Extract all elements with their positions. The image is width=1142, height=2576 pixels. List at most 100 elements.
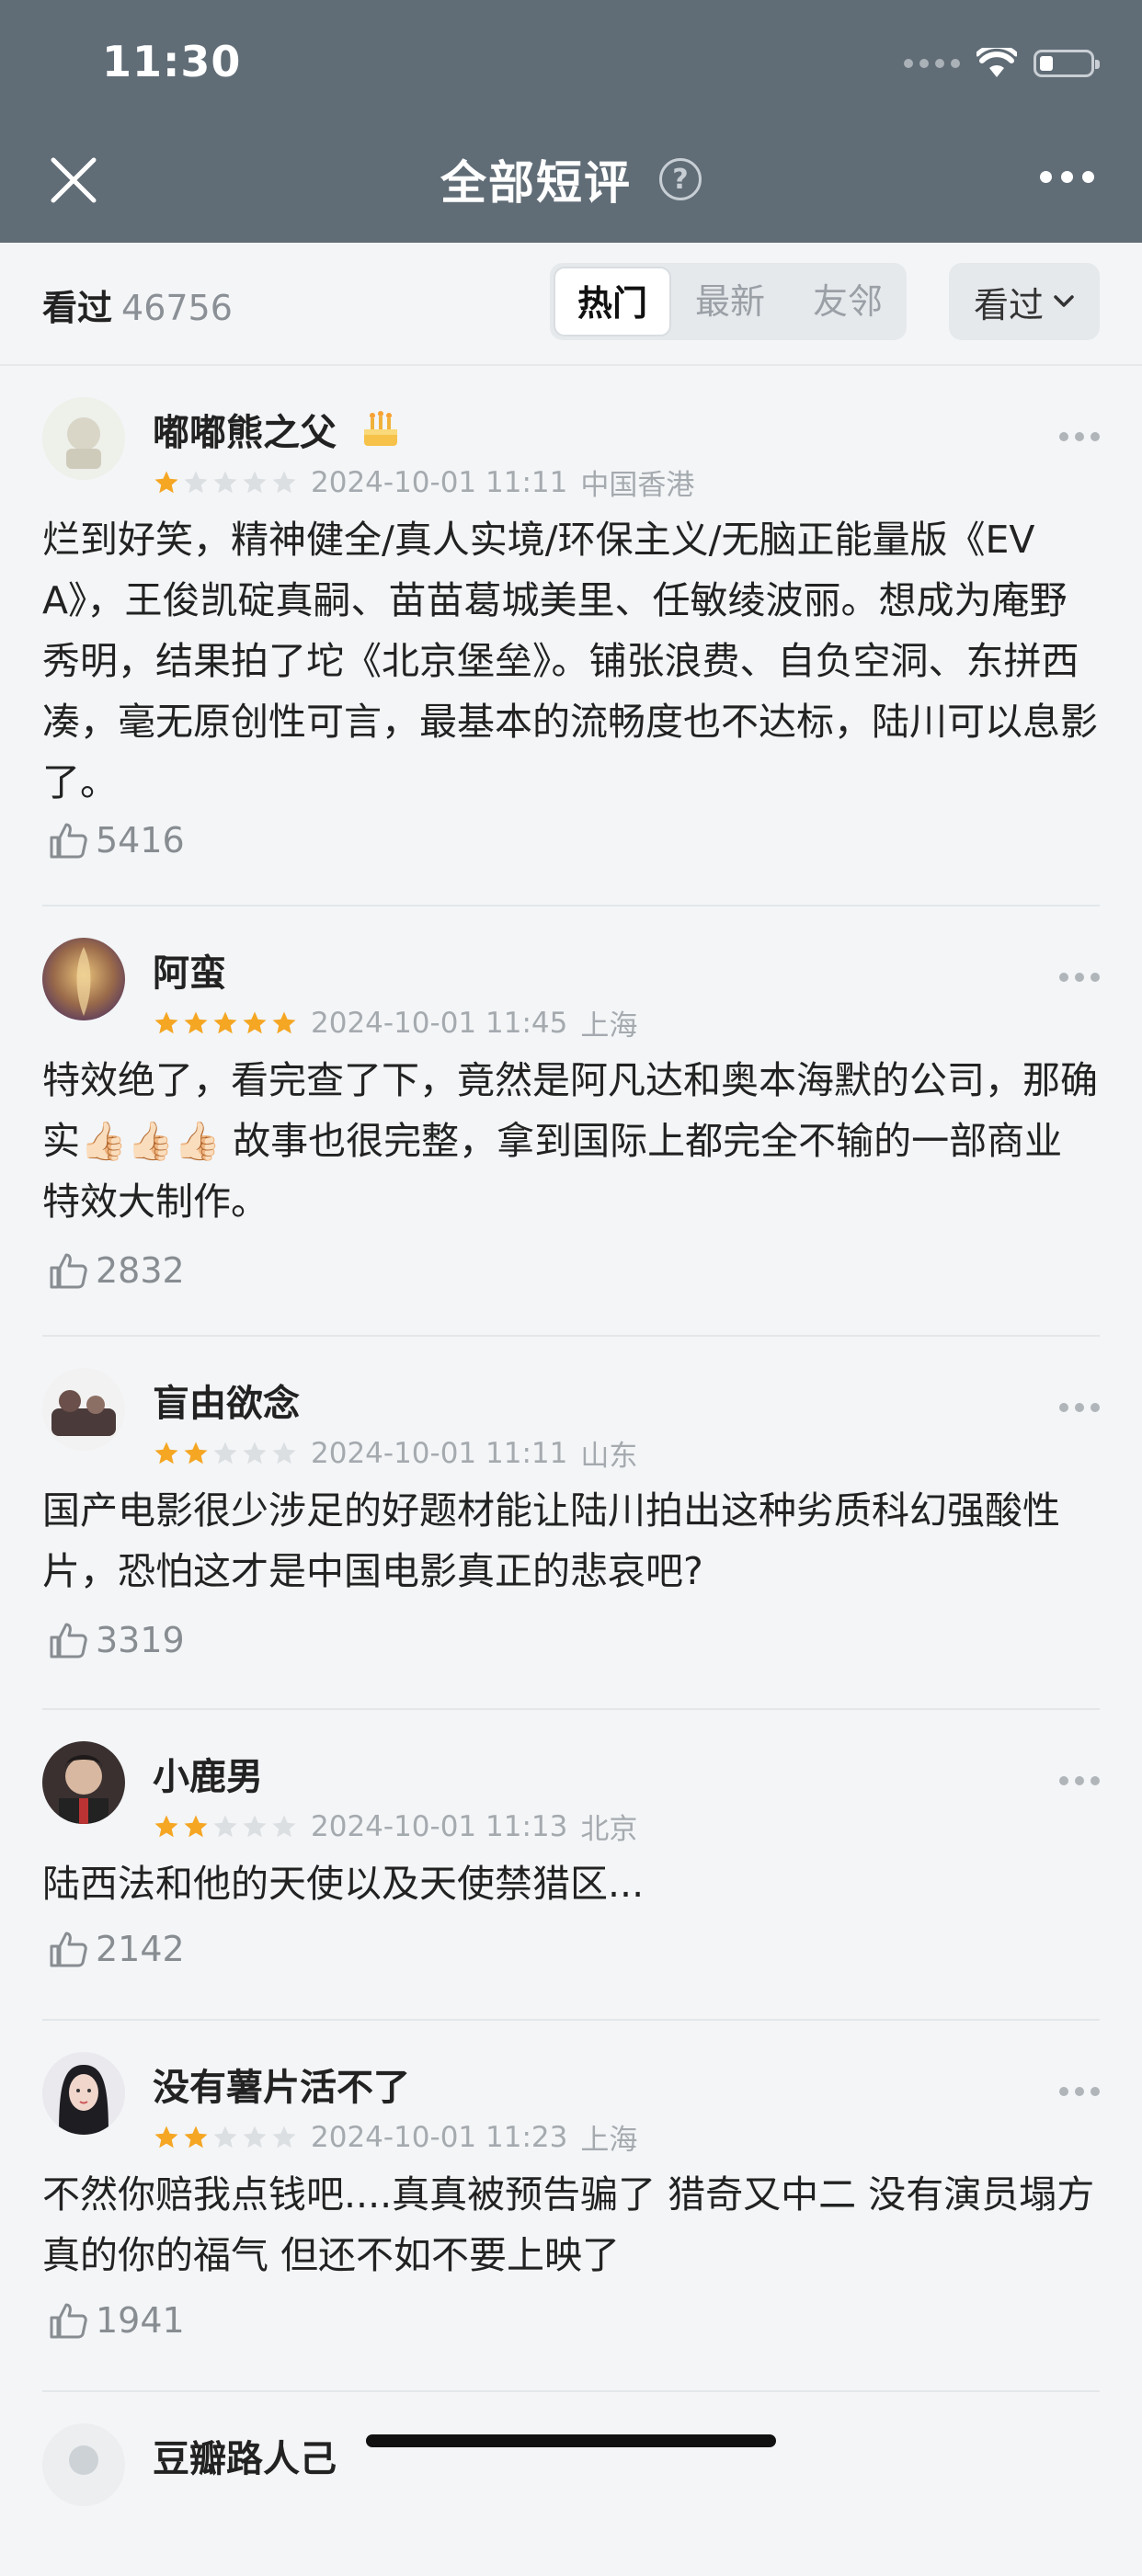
avatar[interactable] xyxy=(42,2423,125,2506)
sort-tabs: 热门 最新 友邻 xyxy=(550,263,907,340)
avatar[interactable] xyxy=(42,938,125,1020)
star-empty-icon xyxy=(272,471,296,493)
rating-stars xyxy=(153,1009,298,1037)
review-more-button[interactable] xyxy=(1059,1403,1100,1412)
avatar[interactable] xyxy=(42,1741,125,1824)
username[interactable]: 没有薯片活不了 xyxy=(153,2057,410,2111)
star-empty-icon xyxy=(213,1815,237,1837)
avatar[interactable] xyxy=(42,1368,125,1451)
username[interactable]: 豆瓣路人己 xyxy=(153,2429,337,2482)
rating-stars xyxy=(153,2124,298,2151)
review-more-button[interactable] xyxy=(1059,973,1100,982)
review-item: 没有薯片活不了 2024-10-01 11:23 上海 不然你赔我点钱吧....… xyxy=(42,2021,1100,2392)
like-count: 1941 xyxy=(96,2300,185,2341)
signal-icon xyxy=(904,59,960,68)
star-filled-icon xyxy=(154,2126,178,2148)
username-text: 豆瓣路人己 xyxy=(153,2438,337,2480)
title-wrap: 全部短评 ? xyxy=(0,147,1142,211)
star-filled-icon xyxy=(154,471,178,493)
review-more-button[interactable] xyxy=(1059,2087,1100,2096)
tab-friends[interactable]: 友邻 xyxy=(789,267,907,336)
top-header: 11:30 全部短评 ? xyxy=(0,0,1142,243)
like-button[interactable]: 2142 xyxy=(48,1929,185,1969)
like-count: 2142 xyxy=(96,1929,185,1969)
thumbs-up-icon xyxy=(50,1253,87,1289)
review-list: 嘟嘟熊之父 2024-10-01 11:11 中国香港 烂到好笑，精神健全/真人… xyxy=(0,366,1142,2576)
like-button[interactable]: 3319 xyxy=(48,1620,185,1660)
battery-icon xyxy=(1034,50,1100,77)
review-more-button[interactable] xyxy=(1059,1776,1100,1785)
star-filled-icon xyxy=(184,1011,208,1033)
rating-stars xyxy=(153,1440,298,1467)
review-time: 2024-10-01 11:13 xyxy=(311,1809,568,1843)
username-text: 嘟嘟熊之父 xyxy=(153,412,337,454)
dropdown-label: 看过 xyxy=(973,284,1044,325)
chevron-down-icon xyxy=(1054,295,1074,307)
username[interactable]: 嘟嘟熊之父 xyxy=(153,403,403,456)
review-location: 中国香港 xyxy=(580,469,695,502)
star-empty-icon xyxy=(184,471,208,493)
review-time: 2024-10-01 11:11 xyxy=(311,1436,568,1470)
avatar[interactable] xyxy=(42,2052,125,2135)
home-indicator xyxy=(366,2434,776,2447)
star-empty-icon xyxy=(272,1815,296,1837)
username-text: 没有薯片活不了 xyxy=(153,2067,410,2109)
star-empty-icon xyxy=(272,2126,296,2148)
review-content: 烂到好笑，精神健全/真人实境/环保主义/无脑正能量版《EVA》，王俊凯碇真嗣、苗… xyxy=(42,518,1098,804)
tab-latest[interactable]: 最新 xyxy=(671,267,789,336)
question-circle-icon[interactable]: ? xyxy=(659,158,702,200)
wifi-icon xyxy=(976,48,1017,77)
watched-number: 46756 xyxy=(121,288,233,328)
review-item: 盲由欲念 2024-10-01 11:11 山东 国产电影很少涉足的好题材能让陆… xyxy=(42,1337,1100,1710)
star-filled-icon xyxy=(184,1815,208,1837)
like-button[interactable]: 1941 xyxy=(48,2300,185,2341)
username-text: 盲由欲念 xyxy=(153,1383,300,1425)
star-empty-icon xyxy=(243,1442,267,1464)
watched-label: 看过 xyxy=(42,288,113,328)
rating-stars xyxy=(153,1813,298,1841)
star-filled-icon xyxy=(154,1442,178,1464)
username[interactable]: 阿蛮 xyxy=(153,943,226,997)
username[interactable]: 小鹿男 xyxy=(153,1747,263,1800)
like-button[interactable]: 2832 xyxy=(48,1250,185,1291)
review-item: 嘟嘟熊之父 2024-10-01 11:11 中国香港 烂到好笑，精神健全/真人… xyxy=(42,366,1100,906)
status-time: 11:30 xyxy=(102,37,242,86)
review-content: 陆西法和他的天使以及天使禁猎区... xyxy=(42,1862,645,1906)
status-icons xyxy=(904,40,1100,86)
like-button[interactable]: 5416 xyxy=(48,820,185,861)
more-options-button[interactable] xyxy=(1040,171,1094,183)
star-filled-icon xyxy=(184,1442,208,1464)
review-content: 国产电影很少涉足的好题材能让陆川拍出这种劣质科幻强酸性片，恐怕这才是中国电影真正… xyxy=(42,1488,1060,1593)
thumbs-up-icon xyxy=(50,1932,87,1967)
thumbs-up-icon xyxy=(50,823,87,859)
star-empty-icon xyxy=(243,471,267,493)
watched-dropdown[interactable]: 看过 xyxy=(949,263,1100,340)
review-item: 豆瓣路人己 xyxy=(42,2392,1100,2576)
review-meta: 2024-10-01 11:11 山东 xyxy=(153,1432,637,1474)
star-filled-icon xyxy=(154,1815,178,1837)
review-content: 特效绝了，看完查了下，竟然是阿凡达和奥本海默的公司，那确实👍🏻👍🏻👍🏻 故事也很… xyxy=(42,1058,1098,1224)
review-content: 不然你赔我点钱吧....真真被预告骗了 猎奇又中二 没有演员塌方真的你的福气 但… xyxy=(42,2172,1095,2277)
review-time: 2024-10-01 11:23 xyxy=(311,2120,568,2154)
review-meta: 2024-10-01 11:13 北京 xyxy=(153,1806,637,1847)
avatar[interactable] xyxy=(42,397,125,480)
birthday-cake-icon xyxy=(364,411,397,446)
star-filled-icon xyxy=(154,1011,178,1033)
like-count: 3319 xyxy=(96,1620,185,1660)
thumbs-up-icon xyxy=(50,2303,87,2339)
review-item: 小鹿男 2024-10-01 11:13 北京 陆西法和他的天使以及天使禁猎区.… xyxy=(42,1710,1100,2021)
star-empty-icon xyxy=(213,1442,237,1464)
review-item: 阿蛮 2024-10-01 11:45 上海 特效绝了，看完查了下，竟然是阿凡达… xyxy=(42,906,1100,1337)
review-more-button[interactable] xyxy=(1059,432,1100,441)
review-meta: 2024-10-01 11:23 上海 xyxy=(153,2116,637,2158)
watched-count: 看过 46756 xyxy=(42,279,233,330)
tab-hot[interactable]: 热门 xyxy=(554,267,671,336)
star-empty-icon xyxy=(272,1442,296,1464)
star-empty-icon xyxy=(243,2126,267,2148)
review-time: 2024-10-01 11:45 xyxy=(311,1006,568,1040)
username[interactable]: 盲由欲念 xyxy=(153,1373,300,1427)
star-filled-icon xyxy=(213,1011,237,1033)
rating-stars xyxy=(153,469,298,496)
review-location: 上海 xyxy=(580,1009,638,1043)
star-empty-icon xyxy=(213,2126,237,2148)
